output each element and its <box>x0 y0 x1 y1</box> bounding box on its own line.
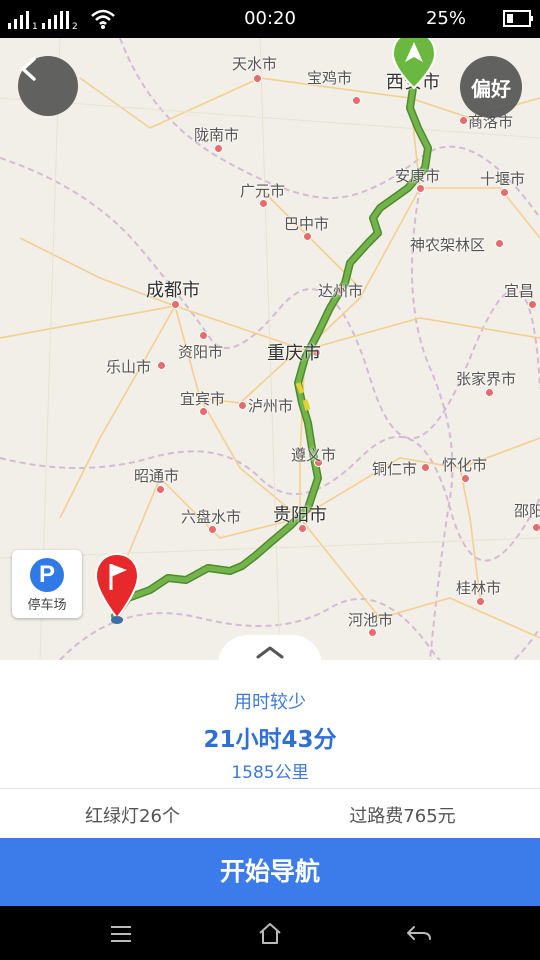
menu-icon[interactable] <box>109 924 133 944</box>
preference-button[interactable]: 偏好 <box>460 56 522 118</box>
city-dot <box>495 239 504 248</box>
city-dot <box>459 116 468 125</box>
city-dot <box>199 331 208 340</box>
city-dot <box>461 474 470 483</box>
city-label: 广元市 <box>240 182 286 200</box>
destination-flag-icon <box>94 552 140 624</box>
city-label: 宝鸡市 <box>307 69 353 87</box>
parking-button[interactable]: P 停车场 <box>12 550 82 618</box>
expand-panel-tab[interactable] <box>218 635 322 660</box>
city-label: 安康市 <box>395 167 441 185</box>
city-label: 河池市 <box>348 611 394 629</box>
parking-label: 停车场 <box>27 598 67 613</box>
city-dot <box>352 96 361 105</box>
city-dot <box>156 485 165 494</box>
toll-fee: 过路费765元 <box>349 806 456 827</box>
city-dot <box>528 300 537 309</box>
chevron-up-icon <box>256 646 284 659</box>
city-dot <box>476 597 485 606</box>
battery-percent: 25% <box>425 8 466 29</box>
status-bar: 1 2 00:20 25% <box>0 0 540 38</box>
route-duration: 21小时43分 <box>203 727 337 753</box>
city-label: 宜昌 <box>504 282 535 300</box>
city-dot <box>214 144 223 153</box>
city-label: 乐山市 <box>106 358 152 376</box>
city-label: 宜宾市 <box>180 390 226 408</box>
city-label: 达州市 <box>318 282 364 300</box>
divider <box>0 788 540 789</box>
city-label: 重庆市 <box>267 343 321 364</box>
battery-icon <box>503 10 533 27</box>
back-icon <box>21 57 36 81</box>
route-tag: 用时较少 <box>234 692 306 713</box>
city-label: 贵阳市 <box>273 505 327 526</box>
city-label: 神农架林区 <box>410 236 486 254</box>
city-dot <box>253 74 262 83</box>
city-dot <box>532 523 540 532</box>
home-icon[interactable] <box>257 921 283 945</box>
city-label: 泸州市 <box>248 397 294 415</box>
route-summary-panel[interactable]: 用时较少 21小时43分 1585公里 红绿灯26个 过路费765元 <box>0 660 540 838</box>
route-distance: 1585公里 <box>231 763 309 783</box>
city-label: 怀化市 <box>442 456 488 474</box>
city-label: 张家界市 <box>456 370 517 388</box>
city-label: 昭通市 <box>134 467 180 485</box>
city-dot <box>485 388 494 397</box>
back-button[interactable] <box>18 56 78 116</box>
city-label: 成都市 <box>146 280 200 301</box>
city-label: 天水市 <box>232 55 278 73</box>
city-dot <box>500 188 509 197</box>
city-label: 巴中市 <box>284 215 330 233</box>
start-marker-icon <box>391 38 437 90</box>
system-nav-bar <box>0 906 540 960</box>
city-label: 十堰市 <box>480 170 526 188</box>
start-navigation-button[interactable]: 开始导航 <box>0 838 540 906</box>
back-nav-icon[interactable] <box>405 923 433 945</box>
traffic-lights-count: 红绿灯26个 <box>85 806 180 827</box>
map-view[interactable]: 天水市 宝鸡市 西安市 商洛市 陇南市 广元市 安康市 十堰市 巴中市 神农架林… <box>0 38 540 660</box>
city-label: 遵义市 <box>291 446 337 464</box>
city-label: 桂林市 <box>456 579 502 597</box>
city-label: 陇南市 <box>194 126 240 144</box>
city-label: 邵阳 <box>514 502 540 520</box>
parking-icon: P <box>30 558 64 592</box>
city-dot <box>421 463 430 472</box>
city-dot <box>157 361 166 370</box>
city-label: 六盘水市 <box>181 508 242 526</box>
city-label: 资阳市 <box>178 343 224 361</box>
city-dot <box>238 401 247 410</box>
city-label: 铜仁市 <box>372 460 418 478</box>
